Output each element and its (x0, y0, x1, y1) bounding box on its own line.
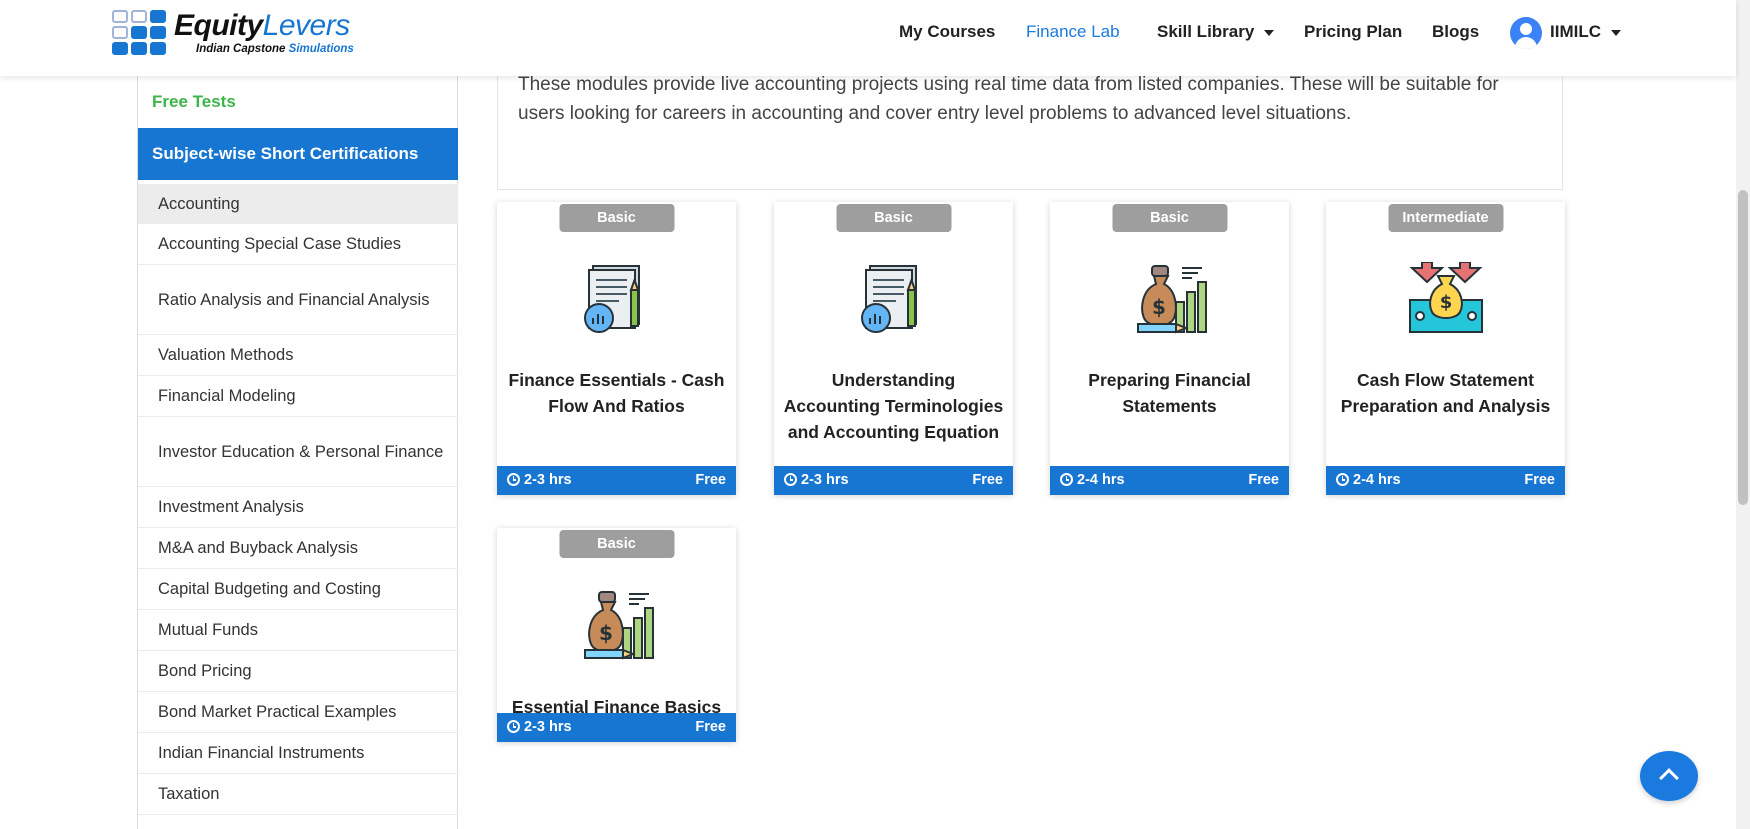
duration: 2-4 hrs (1336, 466, 1401, 495)
duration: 2-3 hrs (784, 466, 849, 495)
course-title: Preparing Financial Statements (1088, 370, 1251, 416)
price: Free (695, 472, 726, 488)
cash-flow-icon: $ (1409, 262, 1483, 333)
nav-blogs[interactable]: Blogs (1432, 20, 1479, 44)
course-footer: 2-4 hrs Free (1050, 466, 1289, 495)
course-card[interactable]: Basic Understanding Accounting Terminolo… (774, 202, 1013, 495)
course-footer: 2-4 hrs Free (1326, 466, 1565, 495)
logo-icon (110, 8, 168, 56)
sidebar-item-indian-financial-instruments[interactable]: Indian Financial Instruments (138, 733, 458, 774)
level-badge: Basic (559, 530, 674, 558)
nav-pricing-plan[interactable]: Pricing Plan (1304, 20, 1402, 44)
chevron-up-icon (1659, 768, 1679, 788)
course-footer: 2-3 hrs Free (497, 466, 736, 495)
sidebar-item-ma-buyback[interactable]: M&A and Buyback Analysis (138, 528, 458, 569)
clock-icon (507, 473, 520, 486)
level-badge: Basic (836, 204, 951, 232)
sidebar-item-financial-modeling[interactable]: Financial Modeling (138, 376, 458, 417)
course-title: Understanding Accounting Terminologies a… (783, 370, 1004, 442)
scroll-to-top-button[interactable] (1640, 751, 1698, 801)
top-navbar: EquityLevers Indian Capstone Simulations… (0, 0, 1736, 76)
nav-skill-library[interactable]: Skill Library (1157, 20, 1275, 44)
price: Free (1524, 472, 1555, 488)
course-card[interactable]: Intermediate $ Cash Flow Statement Prepa… (1326, 202, 1565, 495)
course-card[interactable]: Basic $ Essential Finance Basics 2-3 hrs… (497, 528, 736, 742)
nav-finance-lab[interactable]: Finance Lab (1026, 20, 1120, 44)
sidebar-item-ratio-analysis[interactable]: Ratio Analysis and Financial Analysis (138, 265, 458, 335)
clock-icon (784, 473, 797, 486)
scrollbar-thumb[interactable] (1738, 190, 1748, 505)
sidebar-item-accounting[interactable]: Accounting (138, 184, 458, 224)
page-scrollbar[interactable] (1736, 0, 1750, 829)
svg-text:$: $ (1152, 295, 1166, 319)
level-badge: Basic (559, 204, 674, 232)
nav-my-courses[interactable]: My Courses (899, 20, 995, 44)
sidebar-item-investment-analysis[interactable]: Investment Analysis (138, 487, 458, 528)
chevron-down-icon (1611, 29, 1621, 36)
brand-tagline: Indian Capstone Simulations (196, 43, 354, 55)
sidebar-item-investor-education[interactable]: Investor Education & Personal Finance (138, 417, 458, 487)
duration: 2-3 hrs (507, 713, 572, 742)
money-bag-growth-icon: $ (584, 591, 654, 660)
level-badge: Basic (1112, 204, 1227, 232)
clock-icon (1336, 473, 1349, 486)
clock-icon (507, 720, 520, 733)
user-menu[interactable]: IIMILC (1510, 17, 1621, 49)
document-chart-icon (861, 265, 917, 333)
sidebar-item-capital-budgeting[interactable]: Capital Budgeting and Costing (138, 569, 458, 610)
course-card[interactable]: Basic $ Preparing Financial Statements 2… (1050, 202, 1289, 495)
duration: 2-3 hrs (507, 466, 572, 495)
sidebar-item-valuation-methods[interactable]: Valuation Methods (138, 335, 458, 376)
money-bag-growth-icon: $ (1137, 265, 1207, 334)
chevron-down-icon (1264, 29, 1275, 36)
brand-logo[interactable]: EquityLevers Indian Capstone Simulations (110, 8, 354, 56)
price: Free (972, 472, 1003, 488)
description-text: These modules provide live accounting pr… (518, 74, 1499, 124)
sidebar-item-taxation[interactable]: Taxation (138, 774, 458, 815)
user-name: IIMILC (1550, 22, 1601, 41)
certifications-header[interactable]: Subject-wise Short Certifications (138, 128, 458, 180)
sidebar-item-mutual-funds[interactable]: Mutual Funds (138, 610, 458, 651)
sidebar-item-bond-market-examples[interactable]: Bond Market Practical Examples (138, 692, 458, 733)
course-footer: 2-3 hrs Free (774, 466, 1013, 495)
user-avatar-icon (1510, 17, 1542, 49)
svg-text:$: $ (1440, 292, 1453, 313)
course-title: Finance Essentials - Cash Flow And Ratio… (508, 370, 725, 416)
sidebar: Free Tests Subject-wise Short Certificat… (137, 76, 458, 829)
nav-skill-library-label: Skill Library (1157, 22, 1255, 41)
course-title: Cash Flow Statement Preparation and Anal… (1340, 370, 1551, 416)
module-description: These modules provide live accounting pr… (497, 60, 1563, 190)
free-tests-link[interactable]: Free Tests (152, 92, 236, 112)
course-footer: 2-3 hrs Free (497, 713, 736, 742)
sidebar-item-accounting-special-case-studies[interactable]: Accounting Special Case Studies (138, 224, 458, 265)
page: EquityLevers Indian Capstone Simulations… (0, 0, 1750, 829)
svg-text:$: $ (599, 621, 613, 645)
price: Free (1248, 472, 1279, 488)
brand-name: EquityLevers (174, 9, 350, 42)
clock-icon (1060, 473, 1073, 486)
course-card[interactable]: Basic Finance Essentials - Cash Flow And… (497, 202, 736, 495)
level-badge: Intermediate (1388, 204, 1503, 232)
duration: 2-4 hrs (1060, 466, 1125, 495)
document-chart-icon (584, 265, 640, 333)
sidebar-item-bond-pricing[interactable]: Bond Pricing (138, 651, 458, 692)
price: Free (695, 719, 726, 735)
